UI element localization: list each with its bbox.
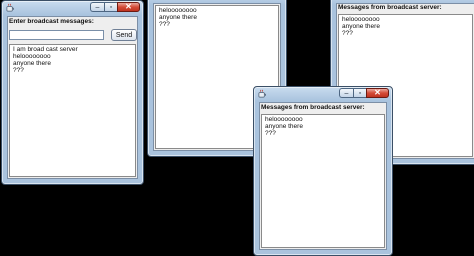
message-line: anyone there (265, 123, 303, 130)
broadcast-prompt-label: Enter broadcast messages: (9, 18, 94, 25)
client-window-3-titlebar[interactable]: – ▫ ✕ (254, 87, 392, 101)
message-line: heloooooooo (159, 7, 197, 14)
message-line: ??? (159, 21, 170, 28)
log-line: I am broad cast server (13, 46, 78, 53)
maximize-button[interactable]: ▫ (353, 88, 366, 98)
broadcast-message-input[interactable] (9, 30, 104, 40)
close-icon: ✕ (125, 2, 132, 11)
send-button[interactable]: Send (111, 29, 137, 41)
close-button[interactable]: ✕ (366, 88, 389, 98)
server-window-controls: – ▫ ✕ (90, 2, 140, 12)
close-button[interactable]: ✕ (117, 2, 140, 12)
log-line: heloooooooo (13, 53, 51, 60)
client-window-2-header: Messages from broadcast server: (338, 4, 442, 11)
minimize-icon: – (344, 89, 349, 97)
java-app-icon (258, 89, 267, 98)
minimize-icon: – (95, 3, 100, 11)
maximize-icon: ▫ (109, 3, 113, 11)
java-app-icon (6, 3, 15, 12)
message-line: anyone there (342, 23, 380, 30)
client-window-3-message-area[interactable]: heloooooooo anyone there ??? (261, 114, 385, 248)
server-window: – ▫ ✕ Enter broadcast messages: Send I a… (1, 0, 144, 185)
minimize-button[interactable]: – (90, 2, 104, 12)
close-icon: ✕ (374, 88, 381, 97)
message-line: heloooooooo (265, 116, 303, 123)
message-line: ??? (265, 130, 276, 137)
client-window-3-controls: – ▫ ✕ (339, 88, 389, 98)
minimize-button[interactable]: – (339, 88, 353, 98)
maximize-icon: ▫ (358, 89, 362, 97)
broadcast-log-area[interactable]: I am broad cast server heloooooooo anyon… (9, 44, 136, 177)
server-window-titlebar[interactable]: – ▫ ✕ (2, 1, 143, 15)
message-line: heloooooooo (342, 16, 380, 23)
message-line: ??? (342, 30, 353, 37)
log-line: anyone there (13, 60, 51, 67)
client-window-3-body: Messages from broadcast server: helooooo… (259, 102, 387, 250)
client-window-3-header: Messages from broadcast server: (261, 104, 365, 111)
message-line: anyone there (159, 14, 197, 21)
maximize-button[interactable]: ▫ (104, 2, 117, 12)
server-window-body: Enter broadcast messages: Send I am broa… (7, 16, 138, 179)
log-line: ??? (13, 67, 24, 74)
client-window-3: – ▫ ✕ Messages from broadcast server: he… (253, 86, 393, 256)
desktop: { "server_window": { "prompt_label": "En… (0, 0, 474, 256)
